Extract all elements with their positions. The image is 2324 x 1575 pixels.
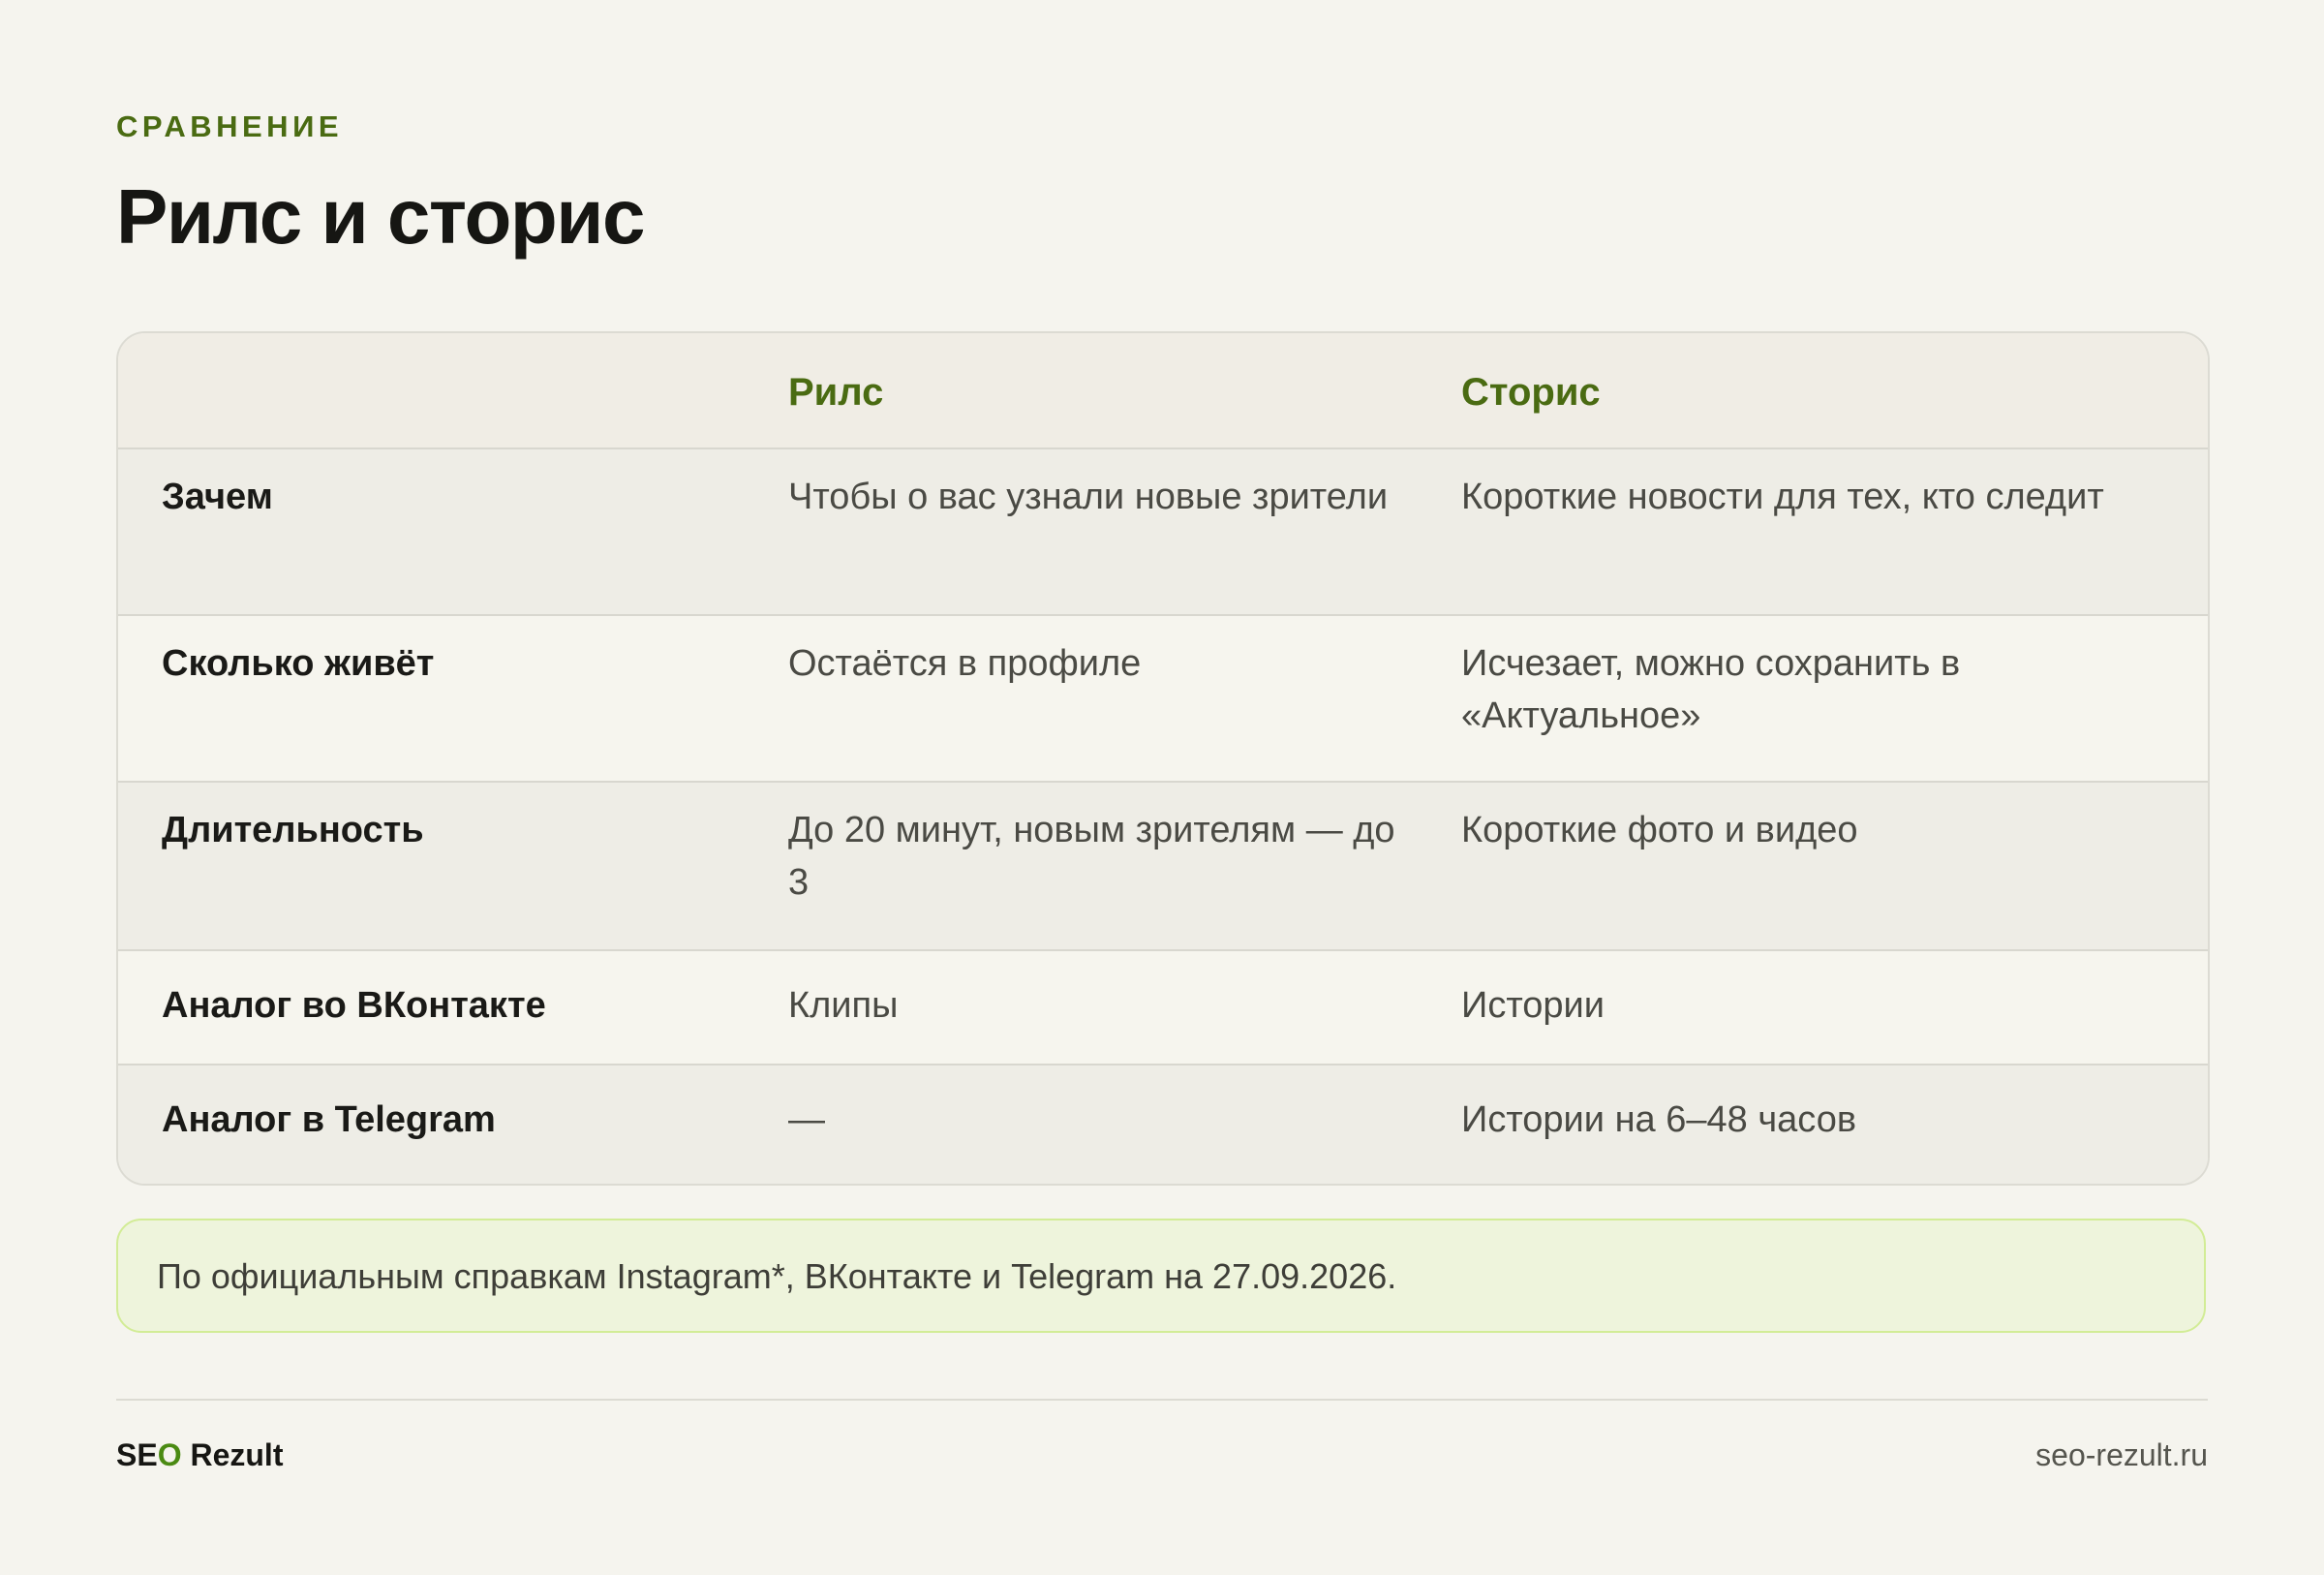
table-row: Аналог во ВКонтакте Клипы Истории bbox=[118, 951, 2208, 1065]
stories-cell: Истории bbox=[1461, 985, 1605, 1026]
row-label: Сколько живёт bbox=[162, 643, 435, 684]
reels-cell: Клипы bbox=[788, 985, 899, 1026]
section-eyebrow: СРАВНЕНИЕ bbox=[116, 109, 344, 143]
row-label: Аналог в Telegram bbox=[162, 1099, 496, 1140]
table-row: Аналог в Telegram — Истории на 6–48 часо… bbox=[118, 1065, 2208, 1184]
stories-cell: Истории на 6–48 часов bbox=[1461, 1099, 1857, 1140]
row-label: Длительность bbox=[162, 810, 424, 850]
table-header-reels: Рилс bbox=[788, 371, 884, 414]
brand-logo: SEO Rezult bbox=[116, 1436, 283, 1474]
row-label: Аналог во ВКонтакте bbox=[162, 985, 546, 1026]
reels-cell: — bbox=[788, 1099, 825, 1140]
comparison-table: Рилс Сторис Зачем Чтобы о вас узнали нов… bbox=[116, 331, 2210, 1186]
brand-text-start: SE bbox=[116, 1437, 158, 1472]
page-title: Рилс и сторис bbox=[116, 173, 645, 260]
row-label: Зачем bbox=[162, 477, 273, 517]
source-note: По официальным справкам Instagram*, ВКон… bbox=[116, 1219, 2206, 1333]
brand-text-accent: O bbox=[157, 1437, 182, 1472]
brand-text-end: Rezult bbox=[181, 1437, 284, 1472]
reels-cell: Чтобы о вас узнали новые зрители bbox=[788, 477, 1389, 517]
table-row: Сколько живёт Остаётся в профиле Исчезае… bbox=[118, 616, 2208, 783]
reels-cell: Остаётся в профиле bbox=[788, 643, 1142, 684]
site-url: seo-rezult.ru bbox=[2035, 1437, 2208, 1472]
table-header-row: Рилс Сторис bbox=[118, 333, 2208, 449]
reels-cell: До 20 минут, новым зрителям — до 3 bbox=[788, 810, 1395, 903]
table-row: Длительность До 20 минут, новым зрителям… bbox=[118, 783, 2208, 951]
table-row: Зачем Чтобы о вас узнали новые зрители К… bbox=[118, 449, 2208, 616]
stories-cell: Короткие фото и видео bbox=[1461, 810, 1858, 850]
table-header-stories: Сторис bbox=[1461, 371, 1601, 414]
stories-cell: Исчезает, можно сохранить в «Актуальное» bbox=[1461, 643, 1961, 736]
stories-cell: Короткие новости для тех, кто следит bbox=[1461, 477, 2104, 517]
footer-divider bbox=[116, 1399, 2208, 1401]
source-note-text: По официальным справкам Instagram*, ВКон… bbox=[157, 1256, 1397, 1296]
